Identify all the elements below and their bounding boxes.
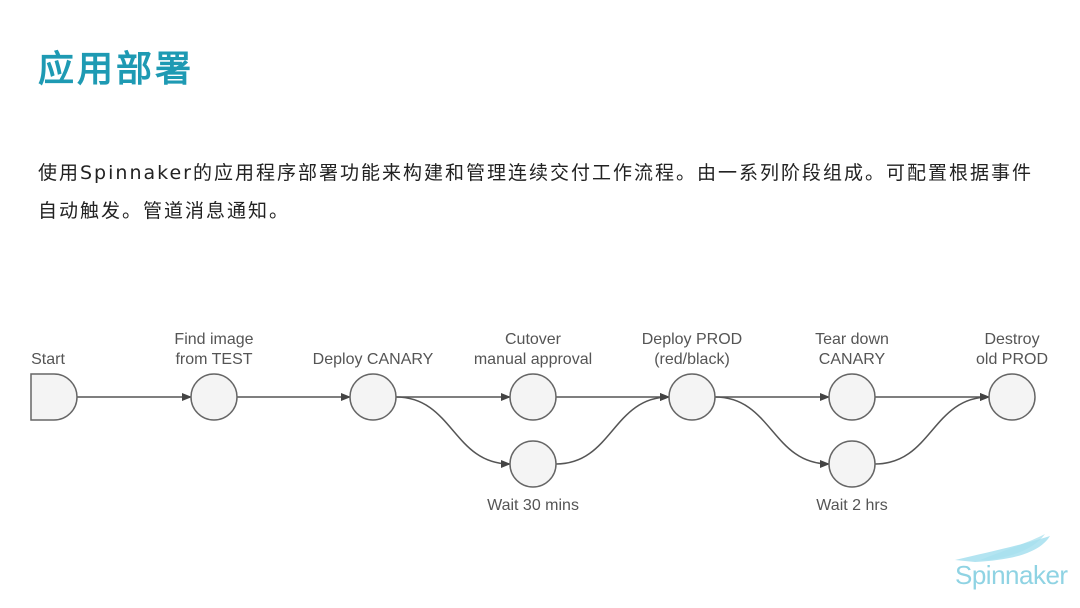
edge-deploy-canary-to-wait-30: [395, 396, 511, 468]
stage-node-deploy-prod: [668, 373, 716, 421]
stage-node-destroy: [988, 373, 1036, 421]
stage-node-wait-30: [509, 440, 557, 488]
stage-label-deploy-canary: Deploy CANARY: [313, 351, 434, 368]
stage-label-cutover: manual approval: [474, 351, 592, 368]
stage-label-destroy: old PROD: [976, 351, 1048, 368]
stage-node-cutover: [509, 373, 557, 421]
stage-node-deploy-canary: [349, 373, 397, 421]
stage-label-find-image: Find image: [174, 331, 253, 348]
stage-node-tear-down: [828, 373, 876, 421]
stage-node-start: [30, 373, 78, 421]
stage-node-find-image: [190, 373, 238, 421]
stage-label-wait-2: Wait 2 hrs: [816, 497, 887, 514]
stage-label-start: Start: [31, 351, 65, 368]
pipeline-diagram: Start Find image from TEST Deploy CANARY Cut…: [30, 331, 1048, 514]
stage-label-find-image: from TEST: [175, 351, 252, 368]
stage-label-tear-down: Tear down: [815, 331, 889, 348]
edge-deploy-prod-to-wait-2: [714, 396, 830, 468]
stage-label-cutover: Cutover: [505, 331, 562, 348]
edge-wait-30-to-deploy-prod: [555, 393, 670, 465]
stage-label-tear-down: CANARY: [819, 351, 886, 368]
stage-label-wait-30: Wait 30 mins: [487, 497, 579, 514]
logo-text: Spinnaker: [955, 560, 1068, 590]
stage-label-deploy-prod: (red/black): [654, 351, 730, 368]
stage-label-destroy: Destroy: [984, 331, 1039, 348]
edge-wait-2-to-destroy: [874, 393, 990, 465]
stage-node-wait-2: [828, 440, 876, 488]
stage-label-deploy-prod: Deploy PROD: [642, 331, 742, 348]
